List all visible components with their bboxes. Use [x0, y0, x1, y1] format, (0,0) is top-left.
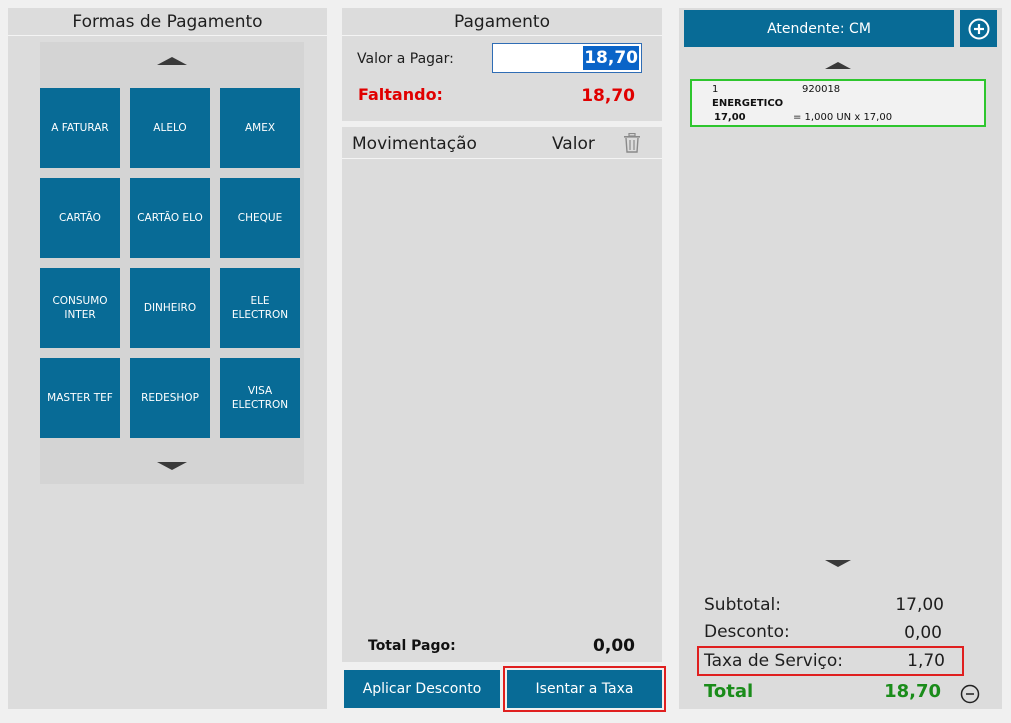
order-panel: Atendente: CM 1 920018 ENERGETICO 17,00 …: [679, 8, 1002, 709]
payment-method-cartao-elo[interactable]: CARTÃO ELO: [130, 178, 210, 258]
arrow-up-icon[interactable]: [825, 62, 851, 69]
payment-title: Pagamento: [454, 12, 550, 32]
subtotal-label: Subtotal:: [704, 595, 781, 615]
payment-method-amex[interactable]: AMEX: [220, 88, 300, 168]
item-code: 920018: [802, 84, 841, 95]
add-button[interactable]: [960, 10, 997, 47]
item-detail: = 1,000 UN x 17,00: [793, 112, 893, 123]
payment-methods-panel: Formas de Pagamento A FATURAR ALELO AMEX…: [8, 8, 327, 709]
arrow-down-icon[interactable]: [157, 462, 187, 470]
service-fee-value: 1,70: [907, 651, 945, 671]
valor-label: Valor a Pagar:: [357, 51, 454, 67]
valor-input[interactable]: 18,70: [492, 43, 642, 73]
valor-input-value: 18,70: [583, 46, 639, 70]
discount-label: Desconto:: [704, 622, 790, 642]
arrow-down-icon[interactable]: [825, 560, 851, 567]
item-name: ENERGETICO: [712, 98, 784, 109]
order-item[interactable]: 1 920018 ENERGETICO 17,00 = 1,000 UN x 1…: [690, 79, 986, 127]
total-label: Total: [704, 681, 754, 702]
payment-method-redeshop[interactable]: REDESHOP: [130, 358, 210, 438]
discount-value: 0,00: [904, 623, 942, 643]
payment-method-dinheiro[interactable]: DINHEIRO: [130, 268, 210, 348]
total-paid-label: Total Pago:: [368, 638, 456, 654]
value-column-header: Valor: [552, 134, 595, 154]
movement-column-header: Movimentação: [352, 134, 477, 154]
divider: [342, 158, 662, 159]
total-paid-value: 0,00: [593, 636, 635, 656]
payment-methods-grid: A FATURAR ALELO AMEX CARTÃO CARTÃO ELO C…: [40, 42, 304, 484]
payment-method-cartao[interactable]: CARTÃO: [40, 178, 120, 258]
payment-panel: Pagamento Valor a Pagar: 18,70 Faltando:…: [342, 8, 662, 121]
subtotal-value: 17,00: [895, 595, 944, 615]
divider: [8, 35, 327, 36]
arrow-up-icon[interactable]: [157, 57, 187, 65]
divider: [342, 35, 662, 36]
service-fee-label: Taxa de Serviço:: [704, 651, 844, 671]
apply-discount-button[interactable]: Aplicar Desconto: [344, 670, 500, 708]
item-price: 17,00: [714, 112, 746, 123]
plus-circle-icon: [968, 18, 989, 39]
item-qty: 1: [712, 84, 719, 95]
trash-icon[interactable]: [623, 133, 641, 153]
payment-method-consumo-inter[interactable]: CONSUMO INTER: [40, 268, 120, 348]
payment-method-cheque[interactable]: CHEQUE: [220, 178, 300, 258]
payment-method-ele-electron[interactable]: ELE ELECTRON: [220, 268, 300, 348]
faltando-value: 18,70: [581, 86, 635, 106]
payment-method-visa-electron[interactable]: VISA ELECTRON: [220, 358, 300, 438]
faltando-label: Faltando:: [358, 85, 443, 104]
attendant-button[interactable]: Atendente: CM: [684, 10, 954, 47]
payment-method-alelo[interactable]: ALELO: [130, 88, 210, 168]
movements-panel: Movimentação Valor Total Pago: 0,00: [342, 127, 662, 662]
minus-circle-icon[interactable]: [960, 684, 980, 704]
payment-method-master-tef[interactable]: MASTER TEF: [40, 358, 120, 438]
payment-methods-title: Formas de Pagamento: [72, 12, 263, 32]
exempt-fee-button[interactable]: Isentar a Taxa: [507, 670, 662, 708]
payment-method-a-faturar[interactable]: A FATURAR: [40, 88, 120, 168]
total-value: 18,70: [884, 681, 941, 702]
